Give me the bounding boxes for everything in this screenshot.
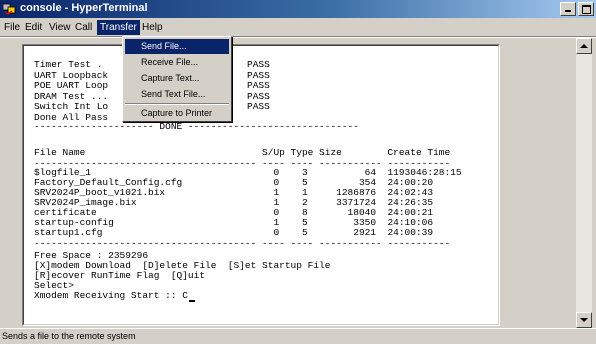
scroll-down-icon[interactable]: [576, 312, 592, 328]
menu-item-capture-to-printer[interactable]: Capture to Printer: [125, 106, 229, 121]
status-bar: Sends a file to the remote system: [0, 328, 596, 344]
menu-item-send-text-file[interactable]: Send Text File...: [125, 87, 229, 102]
menu-separator: [125, 103, 229, 105]
menu-bar: File Edit View Call Transfer Help: [0, 18, 596, 36]
pass-result: PASS: [247, 80, 270, 91]
hyperterminal-app-icon: [3, 3, 16, 15]
menu-edit[interactable]: Edit: [23, 21, 44, 34]
window-title: console - HyperTerminal: [20, 2, 148, 14]
menu-item-receive-file[interactable]: Receive File...: [125, 55, 229, 70]
title-bar[interactable]: console - HyperTerminal: [0, 0, 596, 18]
minimize-icon[interactable]: [560, 2, 576, 16]
vertical-scrollbar[interactable]: [576, 38, 592, 328]
transfer-menu: Send File... Receive File... Capture Tex…: [122, 36, 232, 122]
menu-item-send-file[interactable]: Send File...: [125, 39, 229, 54]
terminal-line: --------------------- DONE -------------…: [34, 121, 359, 132]
menu-call[interactable]: Call: [73, 21, 94, 34]
terminal-line: Xmodem Receiving Start :: C: [34, 290, 188, 301]
terminal-area[interactable]: Timer Test . UART Loopback POE UART Loop…: [0, 38, 576, 328]
terminal-line: Switch Int Lo: [34, 101, 109, 112]
terminal-screen-inner: Timer Test . UART Loopback POE UART Loop…: [23, 45, 499, 325]
terminal-line: startup1.cfg 0 5 2921 24:00:39: [34, 227, 434, 238]
menu-transfer[interactable]: Transfer: [97, 20, 140, 35]
menu-help[interactable]: Help: [140, 21, 165, 34]
pass-result: PASS: [247, 59, 270, 70]
menu-item-capture-text[interactable]: Capture Text...: [125, 71, 229, 86]
menu-file[interactable]: File: [2, 21, 22, 34]
terminal-line: Timer Test .: [34, 59, 103, 70]
pass-result: PASS: [247, 101, 270, 112]
text-cursor: [188, 299, 195, 302]
terminal-prompt-line: Xmodem Receiving Start :: C: [34, 290, 195, 302]
terminal-line: File Name S/Up Type Size Create Time: [34, 147, 451, 158]
window-controls: [560, 2, 594, 16]
menu-view[interactable]: View: [47, 21, 73, 34]
terminal-screen[interactable]: Timer Test . UART Loopback POE UART Loop…: [22, 44, 500, 326]
terminal-line: --------------------------------------- …: [34, 238, 451, 249]
status-text: Sends a file to the remote system: [2, 331, 136, 341]
terminal-line: POE UART Loop: [34, 80, 109, 91]
maximize-icon[interactable]: [578, 2, 594, 16]
scroll-up-icon[interactable]: [576, 38, 592, 54]
